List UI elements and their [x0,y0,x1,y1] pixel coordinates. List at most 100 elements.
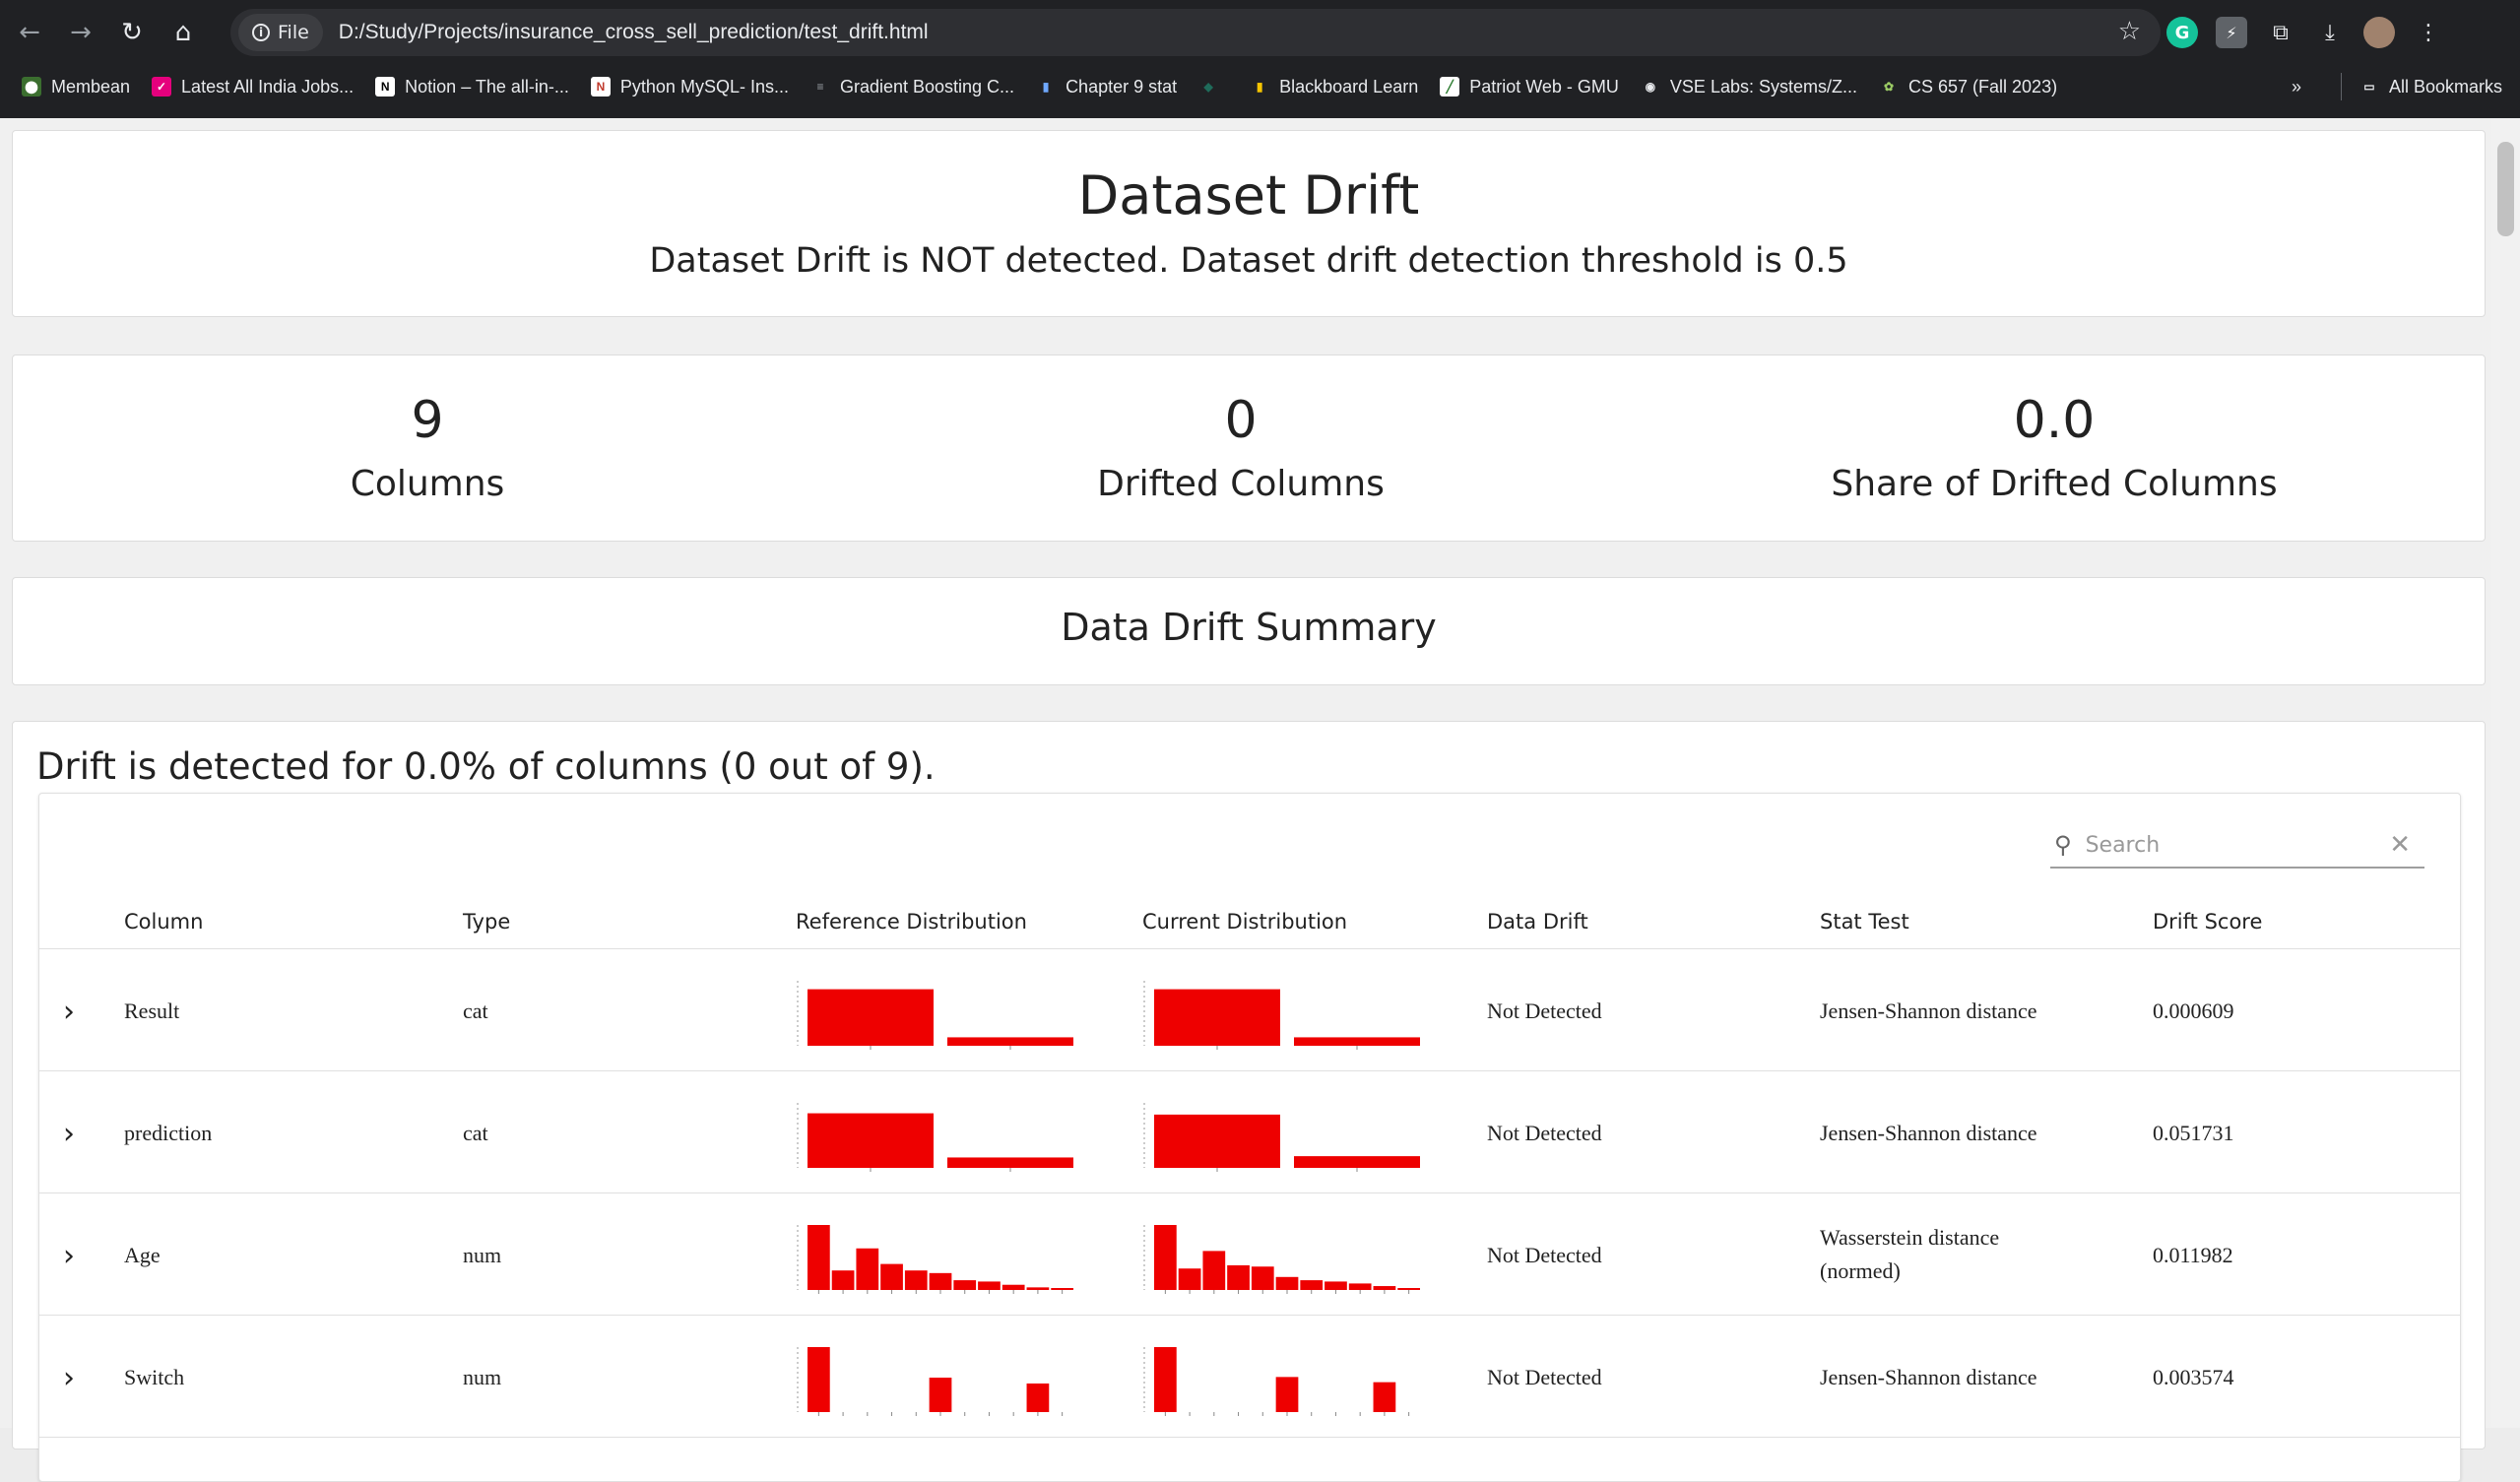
histogram-bar [880,1263,903,1290]
back-icon[interactable]: ← [8,11,51,54]
drift-table: ⚲ Search ✕ Column Type Reference Distrib… [38,793,2461,1482]
bookmark-item[interactable]: ▮ Blackboard Learn [1250,77,1418,97]
drift-score: 0.003574 [2153,1365,2234,1389]
avatar[interactable] [2363,17,2395,48]
header-data-drift[interactable]: Data Drift [1487,910,1588,934]
header-current-distribution[interactable]: Current Distribution [1142,910,1347,934]
expand-chevron-icon[interactable]: › [63,1361,75,1395]
clear-search-icon[interactable]: ✕ [2389,830,2411,860]
more-bookmarks-icon[interactable]: » [2292,77,2301,97]
bookmark-item[interactable]: N Python MySQL- Ins... [590,76,789,97]
histogram-bar [808,1113,934,1168]
dataset-drift-card: Dataset Drift Dataset Drift is NOT detec… [12,130,2486,317]
expand-chevron-icon[interactable]: › [63,1117,75,1151]
bookmark-item[interactable]: ╱ Patriot Web - GMU [1440,77,1619,97]
header-type[interactable]: Type [463,910,510,934]
header-drift-score[interactable]: Drift Score [2153,910,2262,934]
histogram-bar [808,989,934,1046]
bookmark-item[interactable]: ▮ Chapter 9 stat [1036,77,1177,97]
counter-label: Columns [350,464,505,504]
counter-columns: 9 Columns [21,391,834,504]
counters-card: 9 Columns 0 Drifted Columns 0.0 Share of… [12,354,2486,542]
stat-test: Jensen-Shannon distance [1820,999,2037,1023]
summary-title-card: Data Drift Summary [12,577,2486,685]
bookmark-item[interactable]: ✓ Latest All India Jobs... [152,77,354,97]
table-row[interactable]: › Result cat Not Detected Jensen-Shannon dis… [39,949,2460,1071]
bookmark-favicon: ◆ [1203,80,1213,94]
url-text[interactable]: D:/Study/Projects/insurance_cross_sell_p… [339,21,929,44]
histogram-bar [1202,1251,1226,1290]
histogram-bar [1397,1288,1420,1290]
histogram-bar [1154,989,1280,1046]
header-column[interactable]: Column [124,910,203,934]
histogram-bar [1154,1347,1177,1412]
bookmark-star-icon[interactable]: ☆ [2118,17,2141,46]
data-drift-status: Not Detected [1487,1365,1602,1389]
header-reference-distribution[interactable]: Reference Distribution [796,910,1027,934]
bookmark-item[interactable]: ✿ CS 657 (Fall 2023) [1879,77,2057,97]
bookmark-item[interactable]: ◆ [1198,77,1228,97]
home-icon[interactable]: ⌂ [162,11,205,54]
bookmark-label: Python MySQL- Ins... [619,76,789,97]
histogram-bar [947,1037,1073,1046]
column-name: prediction [124,1121,213,1145]
table-row[interactable]: › prediction cat Not Detected Jensen-Shannon… [39,1071,2460,1193]
search-icon: ⚲ [2054,831,2072,859]
puzzle-icon[interactable]: ⧉ [2265,17,2296,48]
column-type: num [463,1243,502,1267]
browser-chrome: ← → ↻ ⌂ i File D:/Study/Projects/insuran… [0,0,2520,118]
distribution-histogram [1143,1347,1410,1416]
page-content: Dataset Drift Dataset Drift is NOT detec… [0,118,2491,1482]
reload-icon[interactable]: ↻ [110,11,154,54]
counter-drifted-columns: 0 Drifted Columns [834,391,1648,504]
bookmark-label: Membean [51,76,131,97]
data-drift-status: Not Detected [1487,1121,1602,1145]
counter-value: 0.0 [2013,391,2096,450]
bookmark-item[interactable]: ◉ VSE Labs: Systems/Z... [1641,77,1857,97]
site-info-chip[interactable]: i File [238,14,323,51]
search-field[interactable]: ⚲ Search ✕ [2050,823,2424,869]
histogram-bar [929,1378,952,1412]
address-bar[interactable]: i File D:/Study/Projects/insurance_cross… [230,9,2161,56]
scrollbar-thumb[interactable] [2497,142,2514,236]
download-icon[interactable]: ⤓ [2314,17,2346,48]
distribution-histogram [1143,1103,1420,1172]
folder-icon: ▭ [2363,80,2375,94]
expand-chevron-icon[interactable]: › [63,995,75,1029]
blackboard-icon: ▮ [1256,80,1263,94]
menu-dots-icon[interactable]: ⋮ [2413,17,2444,48]
histogram-bar [1275,1377,1299,1412]
drift-table-card: Drift is detected for 0.0% of columns (0… [12,721,2486,1482]
histogram-bar [1300,1280,1324,1290]
page-scrollbar[interactable] [2491,118,2520,1428]
bookmark-favicon: ╱ [1440,77,1460,97]
bookmark-label: Chapter 9 stat [1066,76,1178,97]
bookmark-item[interactable]: N Notion – The all-in-... [375,77,569,97]
histogram-bar [1051,1288,1073,1290]
bookmark-label: Patriot Web - GMU [1469,76,1619,97]
extension-icon[interactable]: ⚡ [2216,17,2247,48]
histogram-bar [1178,1268,1201,1290]
bookmark-item[interactable]: ⬤ Membean [22,77,130,97]
histogram-bar [1275,1276,1299,1290]
table-row[interactable]: › Switch num Not Detected Jensen-Shannon dis… [39,1316,2460,1438]
all-bookmarks-label: All Bookmarks [2388,76,2502,97]
histogram-bar [904,1270,928,1290]
column-type: cat [463,1121,488,1145]
all-bookmarks-button[interactable]: ▭ All Bookmarks [2359,77,2502,97]
grammarly-icon[interactable]: G [2166,17,2198,48]
distribution-histogram [1143,1225,1420,1294]
bookmark-favicon: N [590,77,611,97]
expand-chevron-icon[interactable]: › [63,1239,75,1273]
search-input[interactable]: Search [2086,833,2390,858]
table-row[interactable]: › Age num Not Detected Wasserstein distance (… [39,1193,2460,1316]
table-header: Column Type Reference Distribution Curre… [39,892,2460,949]
stat-test: Wasserstein distance [1820,1225,2000,1250]
header-stat-test[interactable]: Stat Test [1820,910,1909,934]
divider [2340,73,2342,100]
counter-label: Drifted Columns [1097,464,1385,504]
site-info-label: File [278,22,309,43]
forward-icon[interactable]: → [59,11,102,54]
counter-share-drifted: 0.0 Share of Drifted Columns [1648,391,2461,504]
bookmark-item[interactable]: ≡ Gradient Boosting C... [810,77,1014,97]
